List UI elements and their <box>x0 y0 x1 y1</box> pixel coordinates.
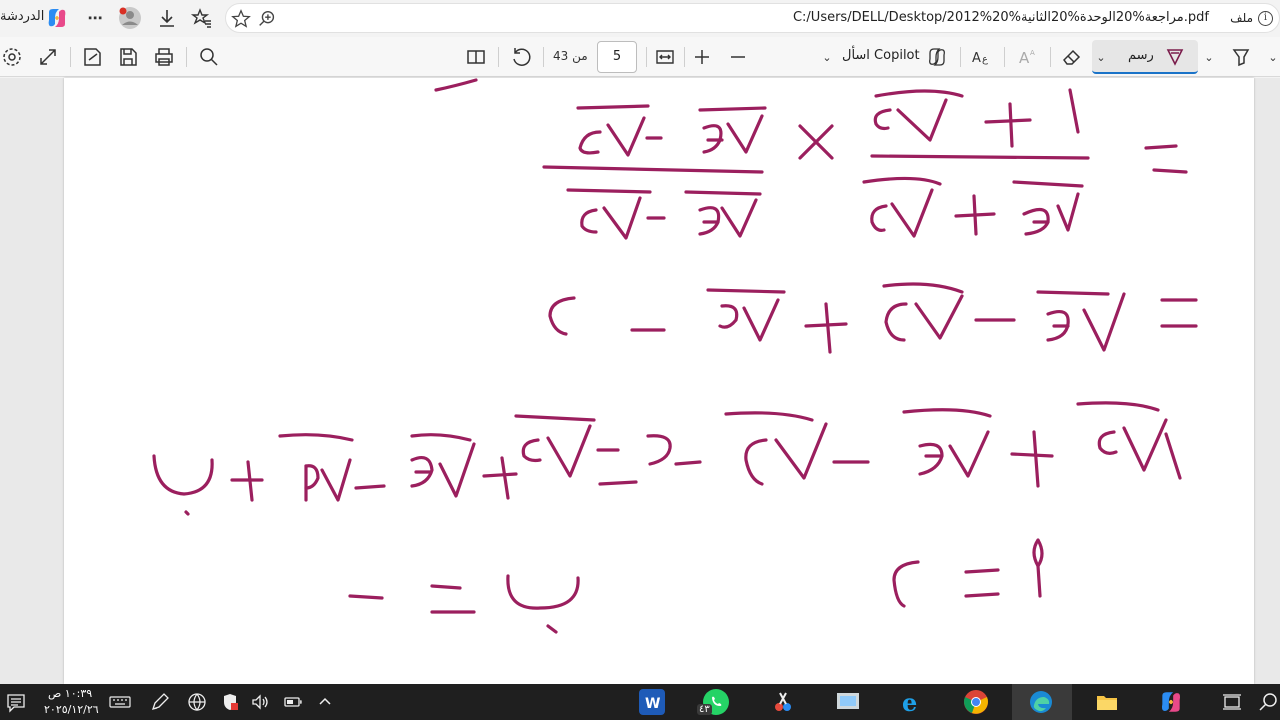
zoom-out-icon[interactable] <box>726 45 750 69</box>
zoom-in-icon[interactable] <box>690 45 714 69</box>
svg-text:A: A <box>1019 49 1030 67</box>
toolbar-divider <box>960 47 961 67</box>
copilot-app-icon[interactable] <box>1158 689 1184 715</box>
draw-icon[interactable] <box>1163 45 1187 69</box>
handwritten-ink-drawing <box>152 78 1198 634</box>
toolbar-divider <box>1050 47 1051 67</box>
edge-app-icon[interactable] <box>1028 689 1054 715</box>
task-view-icon[interactable] <box>1220 690 1244 714</box>
chevron-up-icon[interactable] <box>313 690 337 714</box>
draw-label[interactable]: رسم <box>1128 48 1154 63</box>
add-favorite-icon[interactable] <box>230 8 252 30</box>
clock-time[interactable]: ١٠:٣٩ ص <box>48 687 92 700</box>
battery-icon[interactable] <box>281 690 305 714</box>
read-aloud-icon[interactable]: A ع <box>970 45 994 69</box>
windows-taskbar: ١٠:٣٩ ص ٢٠٢٥/١٢/٢٦ W ٤٣ e <box>0 684 1280 720</box>
address-bar[interactable]: C:/Users/DELL/Desktop/2012%مراجعة%20الوح… <box>225 3 1280 33</box>
url-text[interactable]: C:/Users/DELL/Desktop/2012%مراجعة%20الوح… <box>793 10 1209 25</box>
eraser-icon[interactable] <box>1060 45 1084 69</box>
toolbar-divider <box>498 47 499 67</box>
chevron-down-icon[interactable]: ⌄ <box>1266 45 1280 69</box>
toolbar-divider <box>186 47 187 67</box>
rotate-icon[interactable] <box>509 45 533 69</box>
pdf-page <box>64 78 1254 684</box>
info-icon[interactable]: i <box>1258 11 1273 26</box>
chevron-down-icon[interactable]: ⌄ <box>1202 45 1216 69</box>
word-app-icon[interactable]: W <box>639 689 665 715</box>
clock-date[interactable]: ٢٠٢٥/١٢/٢٦ <box>44 703 99 716</box>
whatsapp-badge: ٤٣ <box>697 704 712 715</box>
ask-copilot-button[interactable]: اسأل Copilot <box>842 48 920 63</box>
favorites-icon[interactable] <box>190 6 214 30</box>
toolbar-divider <box>543 47 544 67</box>
page-count: من 43 <box>553 49 588 63</box>
fit-width-icon[interactable] <box>653 45 677 69</box>
volume-icon[interactable] <box>248 690 272 714</box>
page-view-icon[interactable] <box>464 45 488 69</box>
print-icon[interactable] <box>152 45 176 69</box>
monitor-app-icon[interactable] <box>835 689 861 715</box>
svg-text:A: A <box>1030 49 1035 57</box>
draw-chevron-icon[interactable]: ⌄ <box>1094 45 1108 69</box>
chat-label[interactable]: الدردشة <box>0 9 44 24</box>
save-icon[interactable] <box>116 45 140 69</box>
snipping-tool-icon[interactable] <box>770 689 796 715</box>
svg-text:e: e <box>902 689 917 715</box>
pen-icon[interactable] <box>148 690 172 714</box>
browser-top-bar: الدردشة ⋯ C:/Users/DELL/Desktop/2012%مرا… <box>0 0 1280 36</box>
toolbar-divider <box>646 47 647 67</box>
more-icon[interactable]: ⋯ <box>83 6 107 30</box>
save-as-icon[interactable] <box>80 45 104 69</box>
highlight-icon[interactable] <box>1229 45 1253 69</box>
network-globe-icon[interactable] <box>185 690 209 714</box>
chrome-app-icon[interactable] <box>963 689 989 715</box>
security-shield-icon[interactable] <box>218 690 242 714</box>
copilot-icon[interactable] <box>925 45 949 69</box>
notifications-icon[interactable] <box>4 690 28 714</box>
search-icon[interactable] <box>197 45 221 69</box>
pdf-viewer[interactable] <box>0 78 1280 684</box>
page-number-input[interactable]: 5 <box>597 41 637 73</box>
search-taskbar-icon[interactable] <box>1256 690 1280 714</box>
pdf-toolbar: من 43 5 ⌄ اسأل Copilot A ع A A ⌄ رسم ⌄ ⌄ <box>0 37 1280 77</box>
internet-explorer-icon[interactable]: e <box>899 688 925 717</box>
profile-icon[interactable] <box>118 6 142 30</box>
svg-text:W: W <box>645 696 660 712</box>
copilot-logo-icon[interactable] <box>45 6 69 30</box>
toolbar-divider <box>70 47 71 67</box>
keyboard-icon[interactable] <box>108 690 132 714</box>
text-icon: A A <box>1019 49 1035 67</box>
chevron-down-icon[interactable]: ⌄ <box>820 45 834 69</box>
file-label: ملف <box>1230 11 1253 25</box>
svg-text:A: A <box>972 51 981 66</box>
settings-icon[interactable] <box>0 45 24 69</box>
download-icon[interactable] <box>155 6 179 30</box>
file-explorer-icon[interactable] <box>1094 689 1120 715</box>
zoom-icon[interactable] <box>256 8 278 30</box>
svg-text:ع: ع <box>982 54 988 65</box>
fullscreen-icon[interactable] <box>36 45 60 69</box>
toolbar-divider <box>1004 47 1005 67</box>
toolbar-divider <box>684 47 685 67</box>
